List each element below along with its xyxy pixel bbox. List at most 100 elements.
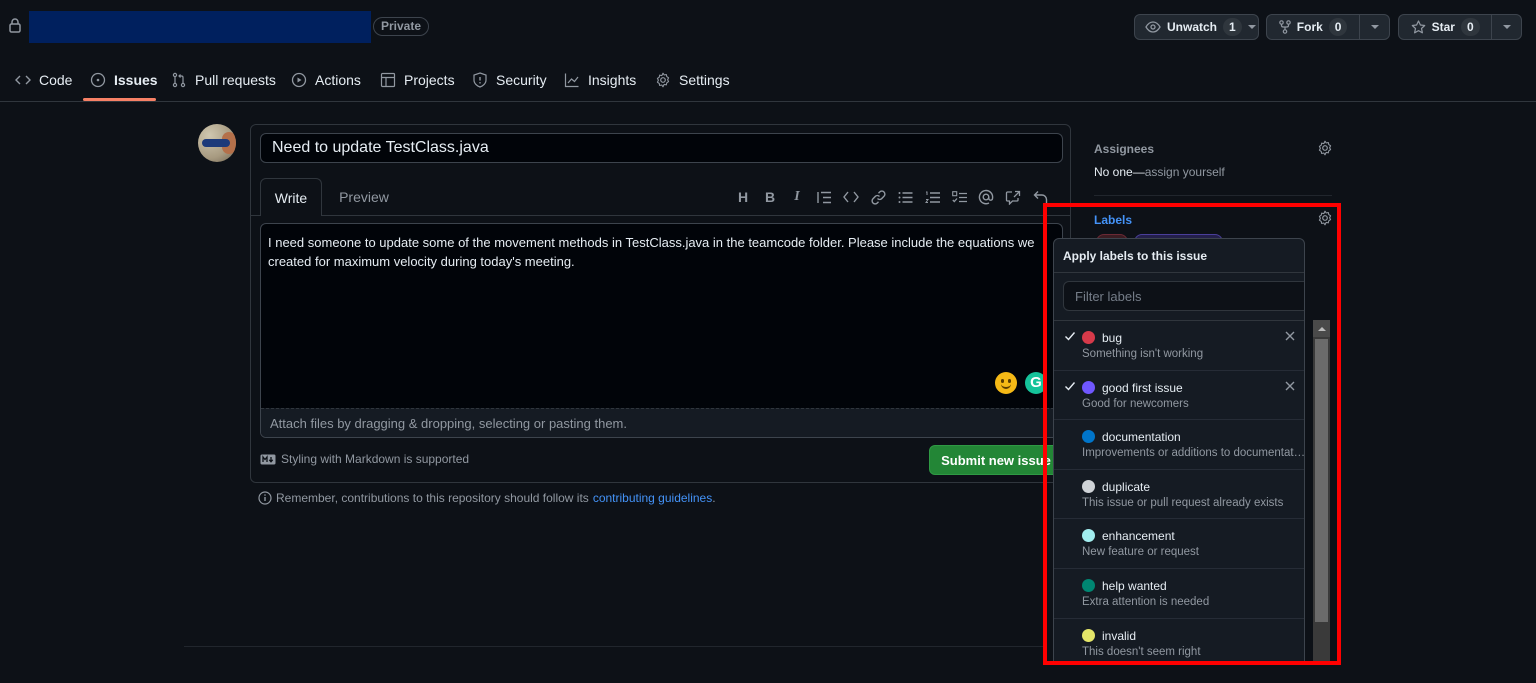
watch-count: 1 — [1223, 18, 1242, 36]
tab-projects-label: Projects — [404, 72, 455, 88]
remove-label-x-icon[interactable] — [1284, 380, 1296, 392]
assign-yourself-link[interactable]: assign yourself — [1145, 165, 1225, 179]
tab-settings-label: Settings — [679, 72, 730, 88]
markdown-note[interactable]: Styling with Markdown is supported — [260, 452, 469, 466]
labels-heading[interactable]: Labels — [1094, 213, 1132, 227]
tab-issues-label: Issues — [114, 72, 158, 88]
star-button[interactable]: Star 0 — [1398, 14, 1522, 40]
label-option-enhancement[interactable]: enhancement New feature or request — [1054, 519, 1304, 569]
issue-body-text[interactable]: I need someone to update some of the mov… — [268, 233, 1048, 271]
label-color-dot — [1082, 331, 1095, 344]
label-color-dot — [1082, 380, 1095, 394]
heading-icon[interactable]: H — [735, 189, 751, 205]
italic-icon[interactable]: I — [789, 189, 805, 205]
tab-code-label: Code — [39, 72, 73, 88]
eye-icon — [1145, 21, 1161, 33]
tab-insights[interactable]: Insights — [564, 66, 636, 94]
code-icon[interactable] — [843, 189, 859, 205]
filter-labels-input[interactable] — [1063, 281, 1304, 311]
repo-forked-icon — [1278, 20, 1291, 34]
fork-count: 0 — [1328, 18, 1348, 36]
avatar[interactable] — [198, 124, 236, 162]
git-pull-request-icon — [171, 72, 187, 88]
issue-opened-icon — [90, 72, 106, 88]
label-option-invalid[interactable]: invalid This doesn't seem right — [1054, 619, 1304, 662]
chevron-down-icon — [1502, 25, 1511, 29]
label-description: Improvements or additions to documentati… — [1082, 447, 1305, 460]
undo-icon[interactable] — [1032, 189, 1048, 205]
emoji-smile-icon[interactable] — [995, 372, 1017, 394]
tab-issues[interactable]: Issues — [90, 66, 158, 94]
tab-code[interactable]: Code — [15, 66, 72, 94]
link-icon[interactable] — [870, 189, 886, 205]
table-icon — [380, 72, 396, 88]
scroll-up-arrow-icon[interactable] — [1313, 320, 1330, 337]
tab-preview[interactable]: Preview — [329, 178, 399, 216]
assignees-value: No one—assign yourself — [1094, 165, 1225, 179]
attach-files-area[interactable]: Attach files by dragging & dropping, sel… — [261, 408, 1062, 437]
tab-actions[interactable]: Actions — [291, 66, 361, 94]
repo-header: Private Unwatch 1 Fork 0 Star 0 — [0, 0, 1536, 56]
label-option-bug[interactable]: bug Something isn't working — [1054, 321, 1304, 371]
unordered-list-icon[interactable] — [897, 189, 913, 205]
scrollbar-thumb[interactable] — [1315, 339, 1328, 622]
bold-icon[interactable]: B — [762, 189, 778, 205]
quote-icon[interactable] — [816, 189, 832, 205]
new-issue-form: Write Preview H B I I need someone to up… — [250, 124, 1071, 483]
check-icon — [1064, 330, 1076, 342]
fork-button[interactable]: Fork 0 — [1266, 14, 1390, 40]
attach-hint: Attach files by dragging & dropping, sel… — [270, 416, 627, 431]
tab-security[interactable]: Security — [472, 66, 547, 94]
label-option-help-wanted[interactable]: help wanted Extra attention is needed — [1054, 569, 1304, 619]
chevron-down-icon — [1247, 25, 1256, 29]
tab-write[interactable]: Write — [260, 178, 322, 216]
label-color-dot — [1082, 578, 1095, 592]
label-option-duplicate[interactable]: duplicate This issue or pull request alr… — [1054, 470, 1304, 520]
unwatch-button[interactable]: Unwatch 1 — [1134, 14, 1259, 40]
repo-name-redacted[interactable] — [29, 11, 371, 43]
labels-gear-icon[interactable] — [1317, 210, 1333, 226]
markdown-icon — [260, 454, 276, 465]
chevron-down-icon — [1370, 25, 1379, 29]
contributing-guidelines-link[interactable]: contributing guidelines — [593, 491, 712, 505]
label-name: bug — [1102, 331, 1123, 345]
lock-icon — [8, 17, 22, 33]
shield-icon — [472, 72, 488, 88]
assignees-heading[interactable]: Assignees — [1094, 142, 1154, 156]
star-dropdown-button[interactable] — [1491, 15, 1521, 39]
label-description: New feature or request — [1082, 546, 1199, 559]
label-color-dot — [1082, 628, 1095, 642]
grammarly-icon[interactable]: G — [1025, 372, 1047, 394]
labels-dropdown-title: Apply labels to this issue — [1054, 239, 1304, 273]
task-list-icon[interactable] — [951, 189, 967, 205]
markdown-toolbar: H B I — [735, 186, 1048, 208]
tab-actions-label: Actions — [315, 72, 361, 88]
tab-settings[interactable]: Settings — [655, 66, 730, 94]
label-option-good-first-issue[interactable]: good first issue Good for newcomers — [1054, 371, 1304, 421]
tab-pull-requests[interactable]: Pull requests — [171, 66, 276, 94]
cross-reference-icon[interactable] — [1005, 189, 1021, 205]
label-color-dot — [1082, 430, 1095, 444]
label-name: good first issue — [1102, 380, 1183, 395]
label-list: bug Something isn't working good first i… — [1054, 321, 1305, 662]
label-name: enhancement — [1102, 529, 1175, 544]
submit-new-issue-button[interactable]: Submit new issue — [929, 445, 1063, 475]
issue-title-input[interactable] — [260, 133, 1063, 163]
issue-body-textarea[interactable]: I need someone to update some of the mov… — [260, 223, 1063, 438]
tab-projects[interactable]: Projects — [380, 66, 455, 94]
assignees-gear-icon[interactable] — [1317, 140, 1333, 156]
mention-icon[interactable] — [978, 189, 994, 205]
label-color-dot — [1082, 529, 1095, 543]
label-name: duplicate — [1102, 479, 1151, 494]
check-icon — [1064, 380, 1076, 392]
repo-nav: Code Issues Pull requests Actions Projec… — [0, 56, 1536, 102]
labels-scrollbar[interactable] — [1313, 320, 1330, 661]
label-option-documentation[interactable]: documentation Improvements or additions … — [1054, 420, 1305, 470]
label-color-dot — [1082, 479, 1095, 493]
fork-dropdown-button[interactable] — [1359, 15, 1389, 39]
labels-dropdown: Apply labels to this issue bug Something… — [1053, 238, 1305, 663]
visibility-badge: Private — [373, 17, 430, 36]
graph-icon — [564, 72, 580, 88]
remove-label-x-icon[interactable] — [1284, 330, 1296, 342]
ordered-list-icon[interactable] — [924, 189, 940, 205]
